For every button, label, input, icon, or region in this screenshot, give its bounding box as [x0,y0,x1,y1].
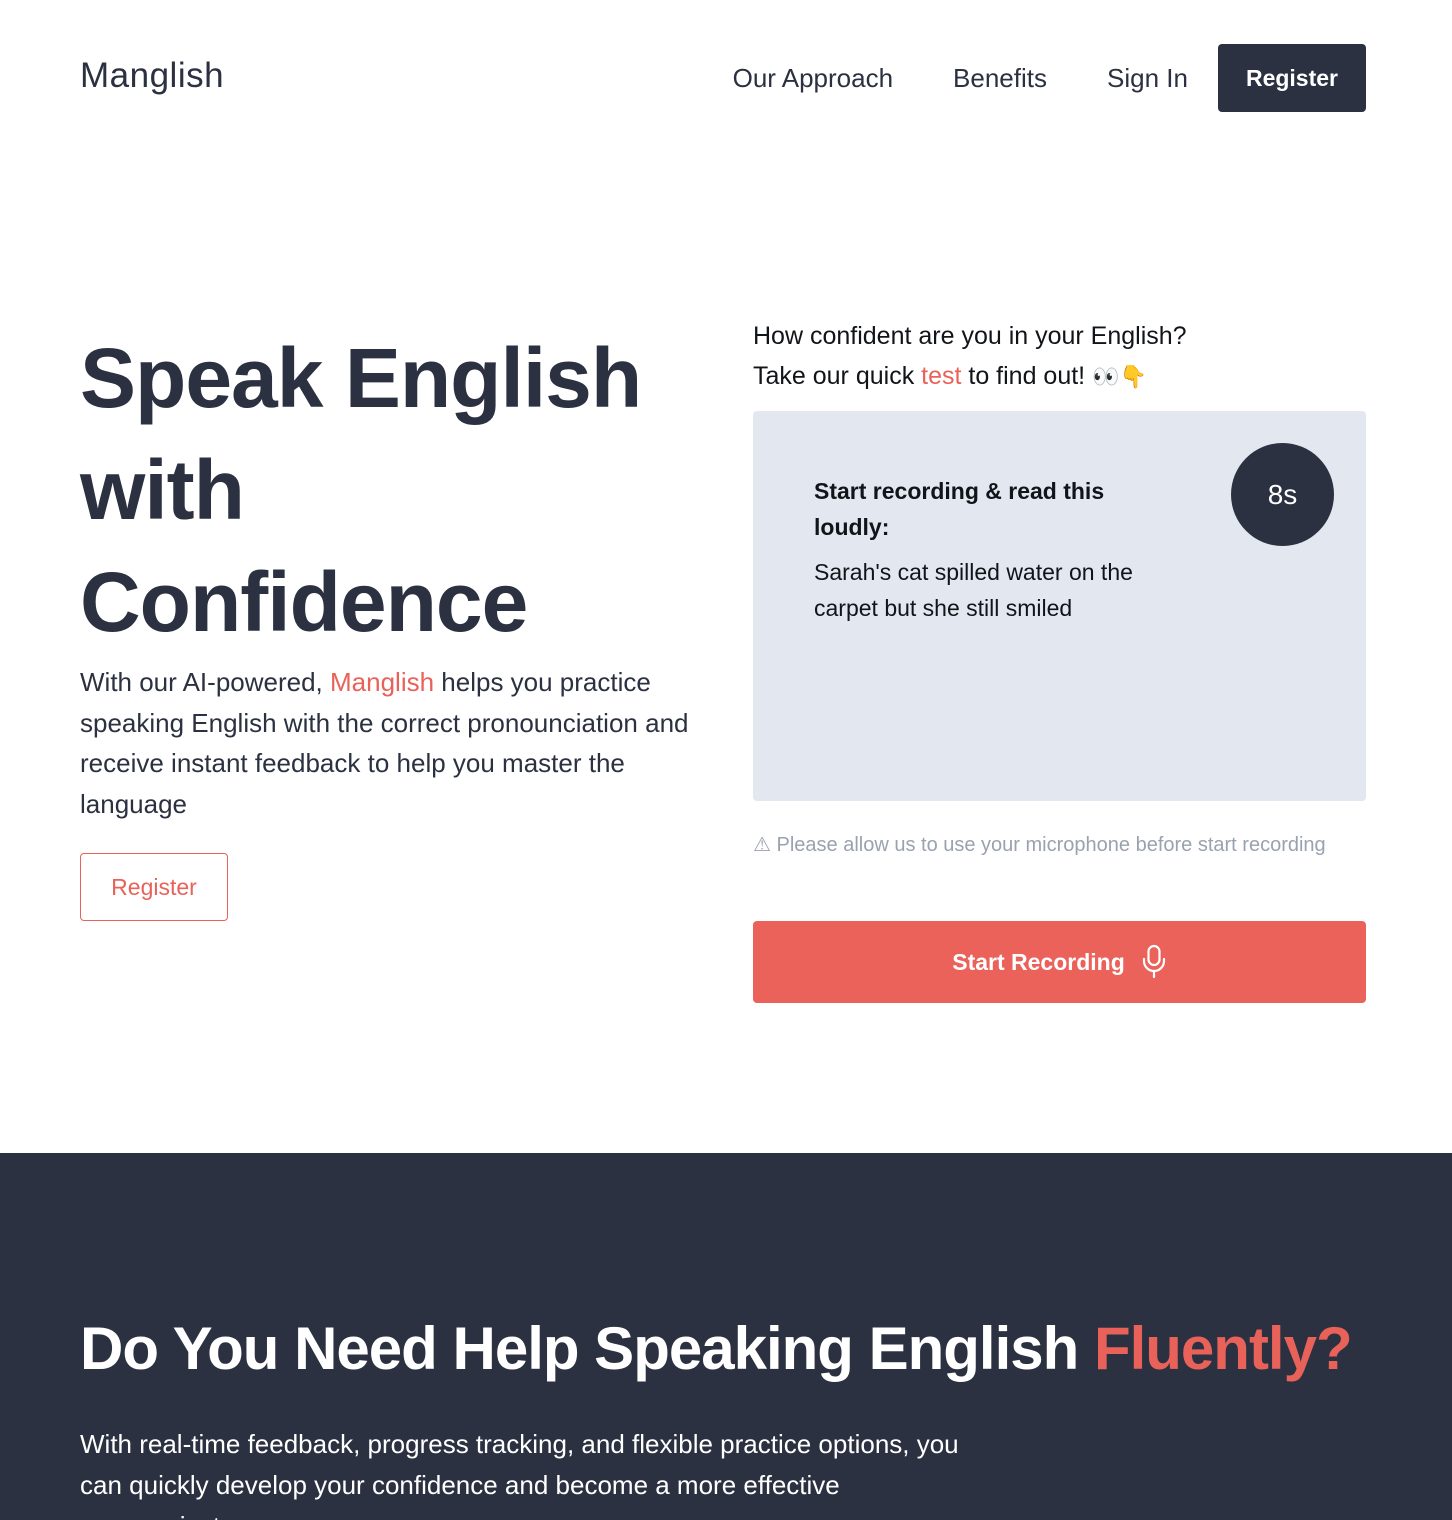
warning-icon: ⚠ [753,834,771,856]
start-recording-label: Start Recording [952,948,1125,975]
hero-title: Speak English with Confidence [80,322,720,658]
hero-register-button[interactable]: Register [80,853,228,921]
brand-logo[interactable]: Manglish [80,56,224,96]
help-section-description: With real-time feedback, progress tracki… [80,1429,959,1520]
nav-our-approach[interactable]: Our Approach [733,63,893,94]
test-heading-before: Take our quick [753,362,922,390]
main-nav: Our Approach Benefits Sign In Register [733,44,1366,112]
hero-desc-before: With our AI-powered, [80,667,330,697]
hero-description: With our AI-powered, Manglish helps you … [80,662,700,824]
test-heading-line-2: Take our quick test to find out! 👀👇 [753,356,1373,398]
help-section: Do You Need Help Speaking English Fluent… [0,1153,1452,1520]
start-recording-button[interactable]: Start Recording [753,921,1366,1003]
eyes-pointing-down-emoji-icon: 👀👇 [1092,365,1147,390]
hero-desc-brand: Manglish [330,667,435,697]
test-link[interactable]: test [921,362,961,390]
test-heading: How confident are you in your English? T… [753,316,1373,398]
help-title-accent: Fluently? [1093,1315,1353,1382]
top-header: Manglish Our Approach Benefits Sign In R… [0,0,1452,156]
countdown-timer: 8s [1231,443,1334,546]
help-section-title: Do You Need Help Speaking English Fluent… [80,1313,1400,1385]
warning-text: Please allow us to use your microphone b… [770,834,1326,856]
microphone-warning: ⚠ Please allow us to use your microphone… [753,827,1353,863]
hero-title-line-1: Speak English [80,331,642,425]
reading-sentence: Sarah's cat spilled water on the carpet … [814,559,1133,621]
nav-register-button[interactable]: Register [1217,44,1366,112]
hero-title-line-2: with [80,443,245,537]
microphone-icon [1142,944,1165,979]
help-title-main: Do You Need Help Speaking English [80,1315,1094,1382]
test-heading-line-1: How confident are you in your English? [753,322,1187,350]
reading-instruction: Start recording & read this loudly: [814,478,1105,540]
nav-sign-in[interactable]: Sign In [1107,63,1188,94]
hero-title-line-3: Confidence [80,555,528,649]
reading-card: Start recording & read this loudly: Sara… [753,411,1366,801]
nav-benefits[interactable]: Benefits [953,63,1047,94]
test-heading-after: to find out! [961,362,1093,390]
